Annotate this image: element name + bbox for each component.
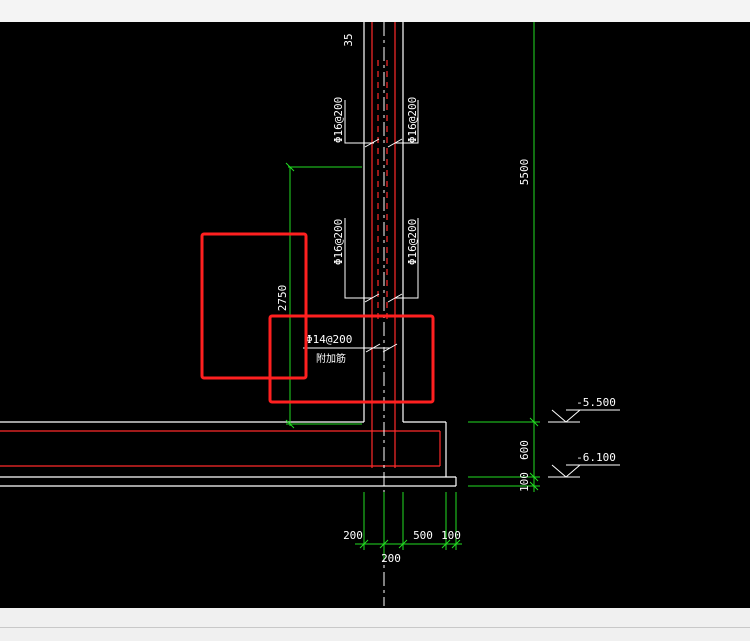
dim-bottom-center: 200 [381,552,401,565]
cad-drawing-canvas[interactable]: 35 Φ16@200 Φ16@200 Φ16@200 Φ16@200 Φ14@2… [0,22,750,608]
cad-drawing: 35 Φ16@200 Φ16@200 Φ16@200 Φ16@200 Φ14@2… [0,22,750,608]
rebar-label-lower-left: Φ16@200 [332,219,345,265]
level-upper-label: -5.500 [576,396,616,409]
dim-bottom-mid: 500 [413,529,433,542]
window-top-bar [0,0,750,22]
rebar-label-upper-right: Φ16@200 [406,97,419,143]
dim-bottom-right: 100 [441,529,461,542]
dim-blinding: 100 [518,472,531,492]
dim-overall-height: 5500 [518,159,531,186]
rebar-label-lower-right: Φ16@200 [406,219,419,265]
dim-lower-height: 2750 [276,285,289,312]
rebar-note-horizontal: 附加筋 [316,352,346,365]
dim-bottom-left: 200 [343,529,363,542]
top-cut-label: 35 [342,33,355,46]
rebar-label-horizontal: Φ14@200 [306,333,352,346]
rebar-label-upper-left: Φ16@200 [332,97,345,143]
dim-footing-thickness: 600 [518,440,531,460]
window-bottom-bar [0,608,750,641]
level-lower-label: -6.100 [576,451,616,464]
bottom-divider [0,627,750,628]
